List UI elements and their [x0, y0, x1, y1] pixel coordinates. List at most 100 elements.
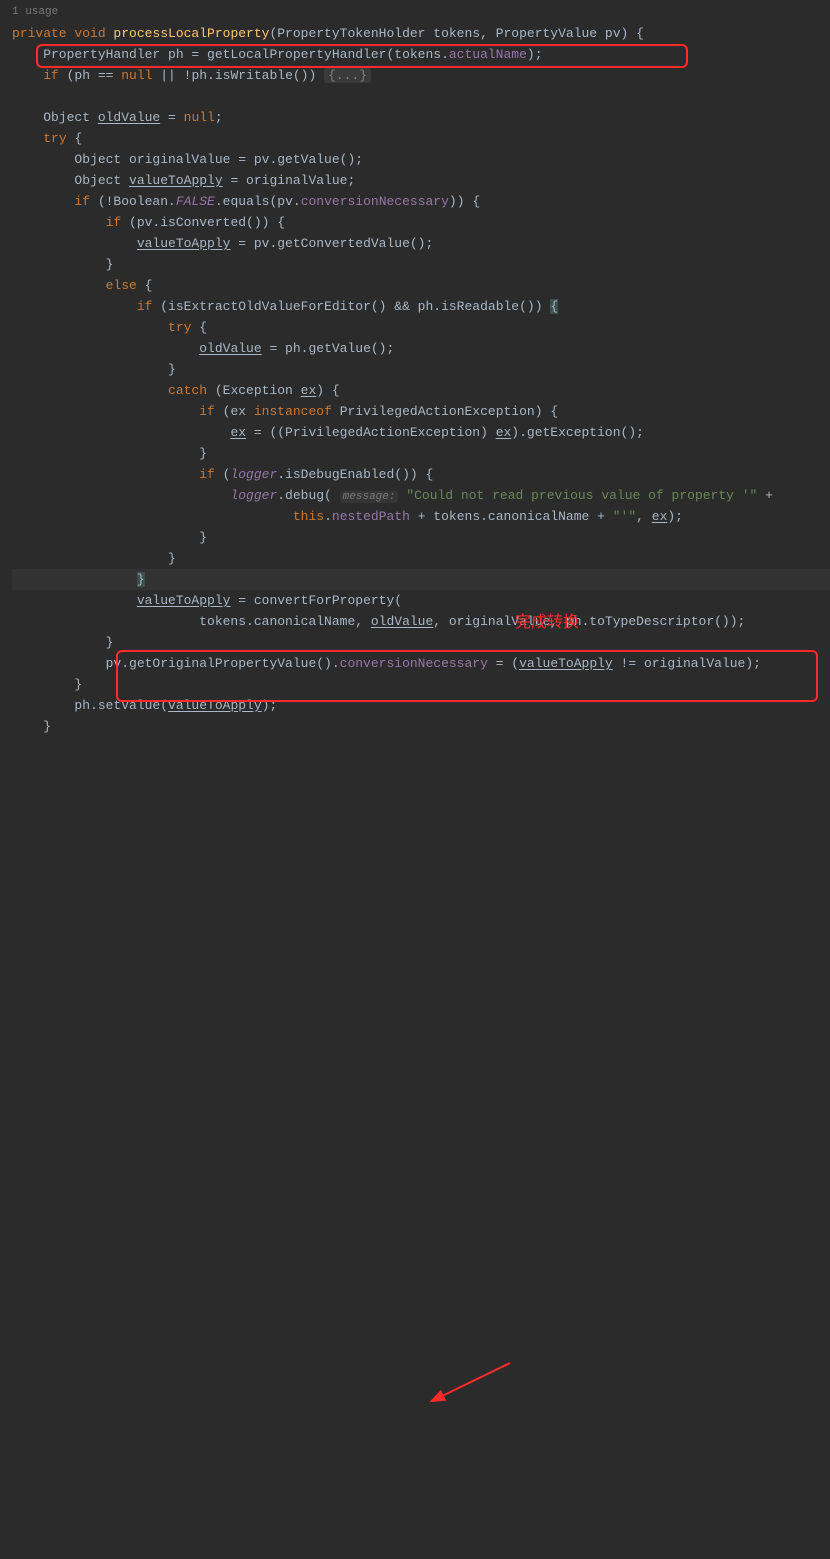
- code-token: , originalValue, ph.toTypeDescriptor());: [433, 614, 745, 629]
- code-token: {: [199, 320, 207, 335]
- code-editor[interactable]: private void processLocalProperty(Proper…: [0, 23, 830, 737]
- annotation-arrow: [0, 737, 830, 1559]
- code-token: valueToApply: [519, 656, 613, 671]
- code-token: ex: [496, 425, 512, 440]
- code-token: logger: [230, 467, 277, 482]
- code-token: [12, 404, 199, 419]
- code-token: != originalValue);: [613, 656, 761, 671]
- usage-count: 1 usage: [0, 0, 830, 23]
- code-token: }: [137, 572, 145, 587]
- code-token: "Could not read previous value of proper…: [406, 488, 765, 503]
- code-token: [12, 509, 293, 524]
- code-token: nestedPath: [332, 509, 410, 524]
- code-token: .debug(: [277, 488, 339, 503]
- code-token: {: [74, 131, 82, 146]
- code-token: Object: [12, 173, 129, 188]
- code-token: [12, 425, 230, 440]
- code-token: );: [667, 509, 683, 524]
- code-token: || !ph.isWritable()): [160, 68, 324, 83]
- code-token: valueToApply: [168, 698, 262, 713]
- code-token: ex: [301, 383, 317, 398]
- code-token: oldValue: [199, 341, 261, 356]
- code-token: ).getException();: [511, 425, 644, 440]
- code-token: )) {: [449, 194, 480, 209]
- code-token: (pv.isConverted()) {: [129, 215, 285, 230]
- code-token: [12, 68, 43, 83]
- code-token: }: [12, 446, 207, 461]
- code-token: if: [74, 194, 97, 209]
- code-token: .: [324, 509, 332, 524]
- code-token: logger: [230, 488, 277, 503]
- code-token: valueToApply: [137, 236, 231, 251]
- code-token: [12, 236, 137, 251]
- code-token: = ph.getValue();: [262, 341, 395, 356]
- code-token: = pv.getConvertedValue();: [230, 236, 433, 251]
- code-token: {: [145, 278, 153, 293]
- code-token: }: [12, 362, 176, 377]
- code-token: );: [262, 698, 278, 713]
- code-token: }: [12, 677, 82, 692]
- code-token: (!Boolean.: [98, 194, 176, 209]
- code-token: + tokens.canonicalName +: [410, 509, 613, 524]
- code-token: if: [137, 299, 160, 314]
- code-token: PrivilegedActionException) {: [340, 404, 558, 419]
- code-token: {...}: [324, 68, 371, 83]
- code-token: instanceof: [254, 404, 340, 419]
- code-token: = ((PrivilegedActionException): [246, 425, 496, 440]
- code-token: +: [765, 488, 773, 503]
- code-token: }: [12, 551, 176, 566]
- code-token: [12, 488, 230, 503]
- code-token: );: [527, 47, 543, 62]
- code-token: conversionNecessary: [301, 194, 449, 209]
- code-token: = (: [488, 656, 519, 671]
- code-token: ex: [230, 425, 246, 440]
- code-token: FALSE: [176, 194, 215, 209]
- code-token: (Exception: [215, 383, 301, 398]
- code-token: .isDebugEnabled()) {: [277, 467, 433, 482]
- code-token: conversionNecessary: [340, 656, 488, 671]
- code-token: = originalValue;: [223, 173, 356, 188]
- code-token: [12, 320, 168, 335]
- code-token: valueToApply: [137, 593, 231, 608]
- code-token: this: [293, 509, 324, 524]
- code-token: oldValue: [98, 110, 160, 125]
- code-token: [12, 467, 199, 482]
- code-token: ,: [636, 509, 652, 524]
- code-token: = convertForProperty(: [230, 593, 402, 608]
- code-token: (ex: [223, 404, 254, 419]
- code-token: [12, 383, 168, 398]
- code-token: ;: [215, 110, 223, 125]
- code-token: ph.setValue(: [12, 698, 168, 713]
- code-token: processLocalProperty: [113, 26, 269, 41]
- code-token: pv.getOriginalPropertyValue().: [12, 656, 340, 671]
- code-token: else: [106, 278, 145, 293]
- code-token: null: [184, 110, 215, 125]
- code-token: (PropertyTokenHolder tokens, PropertyVal…: [269, 26, 643, 41]
- code-token: }: [12, 257, 113, 272]
- code-token: =: [160, 110, 183, 125]
- code-token: ) {: [316, 383, 339, 398]
- code-token: tokens.canonicalName,: [12, 614, 371, 629]
- code-token: actualName: [449, 47, 527, 62]
- code-token: if: [199, 404, 222, 419]
- code-token: [12, 131, 43, 146]
- code-token: if: [106, 215, 129, 230]
- code-token: (isExtractOldValueForEditor() && ph.isRe…: [160, 299, 550, 314]
- code-token: .equals(pv.: [215, 194, 301, 209]
- code-token: PropertyHandler ph = getLocalPropertyHan…: [12, 47, 449, 62]
- code-token: [12, 194, 74, 209]
- code-token: null: [121, 68, 160, 83]
- code-token: [12, 341, 199, 356]
- code-token: catch: [168, 383, 215, 398]
- code-token: private void: [12, 26, 113, 41]
- code-token: if: [199, 467, 222, 482]
- code-token: }: [12, 635, 113, 650]
- code-token: Object: [12, 110, 98, 125]
- code-token: try: [43, 131, 74, 146]
- code-token: [12, 299, 137, 314]
- code-token: valueToApply: [129, 173, 223, 188]
- code-token: "'": [613, 509, 636, 524]
- code-token: [12, 278, 106, 293]
- code-token: message:: [340, 491, 399, 503]
- code-token: oldValue: [371, 614, 433, 629]
